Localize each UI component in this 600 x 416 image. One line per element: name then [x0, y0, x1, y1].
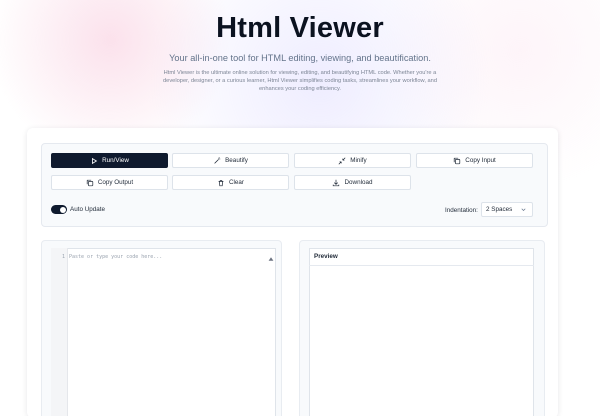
indentation-value: 2 Spaces: [486, 206, 513, 213]
code-editor-placeholder: Paste or type your code here...: [69, 254, 163, 260]
download-button[interactable]: Download: [294, 175, 411, 190]
clear-button[interactable]: Clear: [172, 175, 289, 190]
code-editor[interactable]: [51, 248, 276, 416]
page-description: Html Viewer is the ultimate online solut…: [163, 70, 437, 92]
download-label: Download: [344, 179, 373, 186]
copy-input-button[interactable]: Copy Input: [416, 153, 533, 168]
auto-update-label: Auto Update: [70, 206, 106, 213]
magic-wand-icon: [213, 156, 221, 165]
chevron-down-icon: [520, 206, 527, 215]
scroll-up-arrow-icon[interactable]: [268, 249, 274, 267]
editor-gutter: [51, 248, 68, 416]
indentation-select[interactable]: 2 Spaces: [481, 202, 533, 217]
copy-icon: [453, 157, 461, 165]
indentation-label: Indentation:: [445, 207, 478, 214]
minify-button[interactable]: Minify: [294, 153, 411, 168]
copy-input-label: Copy Input: [465, 157, 496, 164]
run-view-label: Run/View: [102, 157, 129, 164]
copy-output-label: Copy Output: [97, 179, 134, 186]
page-title: Html Viewer: [216, 12, 384, 44]
compress-arrows-icon: [338, 157, 346, 165]
preview-title: Preview: [309, 248, 534, 266]
copy-output-button[interactable]: Copy Output: [51, 175, 168, 190]
beautify-button[interactable]: Beautify: [172, 153, 289, 168]
auto-update-toggle[interactable]: [51, 205, 67, 214]
download-icon: [332, 179, 340, 187]
page-subtitle: Your all-in-one tool for HTML editing, v…: [169, 53, 431, 63]
clear-label: Clear: [228, 179, 245, 186]
play-icon: [90, 157, 98, 165]
trash-icon: [217, 179, 225, 187]
line-number: 1: [61, 254, 65, 260]
preview-frame: [309, 248, 534, 416]
beautify-label: Beautify: [225, 157, 248, 164]
minify-label: Minify: [350, 157, 367, 164]
copy-icon: [86, 179, 94, 187]
run-view-button[interactable]: Run/View: [51, 153, 168, 168]
